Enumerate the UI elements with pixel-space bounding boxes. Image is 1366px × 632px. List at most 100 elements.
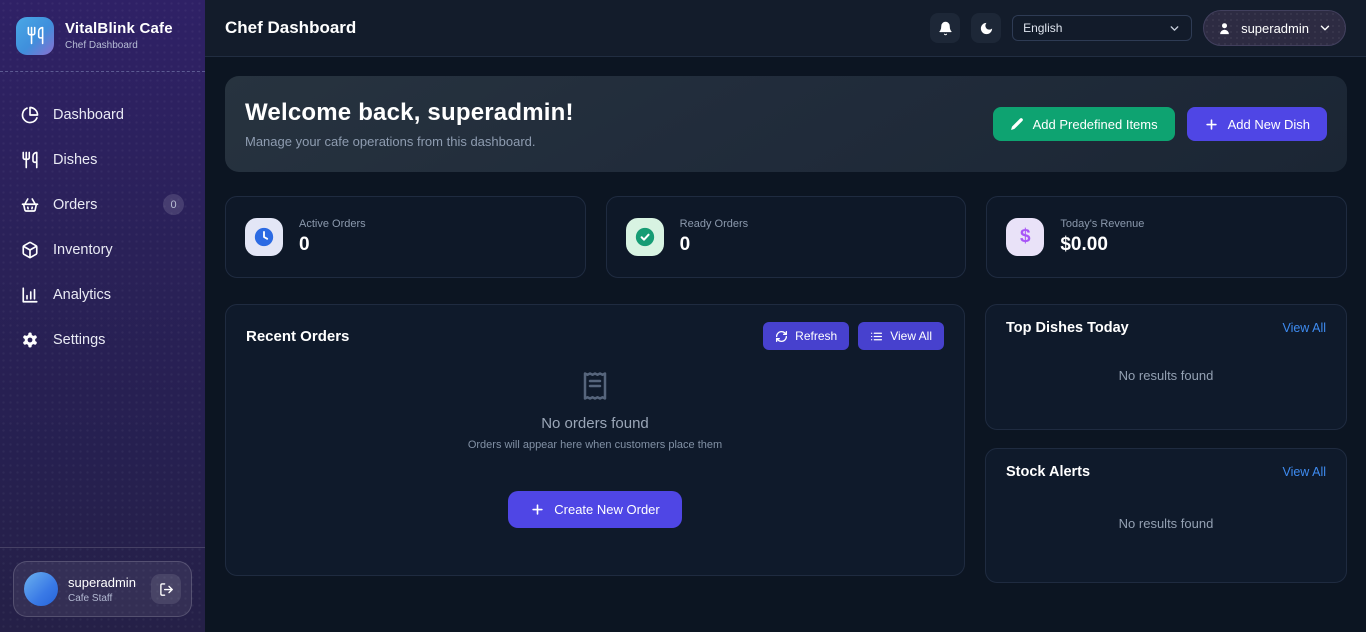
dashboard-content: Welcome back, superadmin! Manage your ca… <box>205 57 1366 632</box>
brand-text: VitalBlink Cafe Chef Dashboard <box>65 20 173 51</box>
chevron-down-icon <box>1318 21 1332 35</box>
notifications-button[interactable] <box>930 13 960 43</box>
view-all-label: View All <box>890 329 932 343</box>
user-menu-button[interactable]: superadmin <box>1203 10 1346 46</box>
welcome-subtitle: Manage your cafe operations from this da… <box>245 134 574 149</box>
sidebar-item-label: Analytics <box>53 287 111 303</box>
stat-card-todays-revenue: $ Today's Revenue $0.00 <box>986 196 1347 278</box>
basket-icon <box>21 196 39 214</box>
moon-icon <box>979 21 994 36</box>
plus-icon <box>530 502 545 517</box>
gear-icon <box>21 331 39 349</box>
stock-alerts-empty-text: No results found <box>1006 480 1326 567</box>
orders-empty-state: No orders found Orders will appear here … <box>246 350 944 528</box>
chevron-down-icon <box>1168 22 1181 35</box>
stat-text: Today's Revenue $0.00 <box>1060 218 1144 256</box>
page-title: Chef Dashboard <box>225 18 356 38</box>
sidebar-user-card: superadmin Cafe Staff <box>13 561 192 617</box>
sidebar-item-label: Dishes <box>53 152 97 168</box>
logout-icon <box>159 582 174 597</box>
sidebar-item-label: Settings <box>53 332 105 348</box>
pie-chart-icon <box>21 106 39 124</box>
sidebar-item-orders[interactable]: Orders 0 <box>0 182 205 227</box>
add-predefined-items-button[interactable]: Add Predefined Items <box>993 107 1175 141</box>
pencil-icon <box>1010 117 1024 131</box>
top-dishes-header: Top Dishes Today View All <box>1006 320 1326 336</box>
top-dishes-view-all-link[interactable]: View All <box>1282 321 1326 335</box>
orders-view-all-button[interactable]: View All <box>858 322 944 350</box>
topbar: Chef Dashboard English <box>205 0 1366 57</box>
sidebar-item-dashboard[interactable]: Dashboard <box>0 92 205 137</box>
user-info: superadmin Cafe Staff <box>68 575 136 604</box>
list-icon <box>870 330 883 343</box>
right-column: Top Dishes Today View All No results fou… <box>985 304 1347 583</box>
welcome-text: Welcome back, superadmin! Manage your ca… <box>245 99 574 149</box>
top-dishes-empty-text: No results found <box>1006 336 1326 414</box>
dark-mode-toggle[interactable] <box>971 13 1001 43</box>
stock-alerts-panel: Stock Alerts View All No results found <box>985 448 1347 583</box>
main-area: Chef Dashboard English <box>205 0 1366 632</box>
sidebar-item-label: Dashboard <box>53 107 124 123</box>
avatar <box>24 572 58 606</box>
sidebar-item-inventory[interactable]: Inventory <box>0 227 205 272</box>
refresh-button[interactable]: Refresh <box>763 322 849 350</box>
stats-row: Active Orders 0 Ready Orders 0 $ <box>225 196 1347 278</box>
recent-orders-title: Recent Orders <box>246 328 349 345</box>
boxes-icon <box>21 241 39 259</box>
add-new-dish-button[interactable]: Add New Dish <box>1187 107 1327 141</box>
check-circle-icon <box>626 218 664 256</box>
user-role: Cafe Staff <box>68 593 136 604</box>
utensils-icon <box>26 26 45 45</box>
refresh-icon <box>775 330 788 343</box>
topbar-actions: English superadmin <box>930 10 1346 46</box>
create-new-order-label: Create New Order <box>554 502 659 517</box>
logout-button[interactable] <box>151 574 181 604</box>
stat-text: Ready Orders 0 <box>680 218 748 256</box>
stat-value: 0 <box>680 234 748 256</box>
stat-text: Active Orders 0 <box>299 218 366 256</box>
app-root: VitalBlink Cafe Chef Dashboard Dashboard… <box>0 0 1366 632</box>
plus-icon <box>1204 117 1219 132</box>
sidebar-item-dishes[interactable]: Dishes <box>0 137 205 182</box>
orders-count-badge: 0 <box>163 194 184 215</box>
stat-value: 0 <box>299 234 366 256</box>
stat-label: Ready Orders <box>680 218 748 230</box>
sidebar-nav: Dashboard Dishes Orders 0 Inventory <box>0 72 205 362</box>
stat-label: Today's Revenue <box>1060 218 1144 230</box>
sidebar-item-label: Orders <box>53 197 97 213</box>
stat-label: Active Orders <box>299 218 366 230</box>
brand: VitalBlink Cafe Chef Dashboard <box>0 0 205 72</box>
sidebar-item-analytics[interactable]: Analytics <box>0 272 205 317</box>
utensils-icon <box>21 151 39 169</box>
refresh-label: Refresh <box>795 329 837 343</box>
recent-orders-header: Recent Orders Refresh <box>246 322 944 350</box>
user-icon <box>1217 21 1232 36</box>
welcome-title: Welcome back, superadmin! <box>245 99 574 127</box>
bell-icon <box>938 21 953 36</box>
stock-alerts-title: Stock Alerts <box>1006 464 1090 480</box>
clock-icon <box>245 218 283 256</box>
create-new-order-button[interactable]: Create New Order <box>508 491 681 528</box>
top-dishes-panel: Top Dishes Today View All No results fou… <box>985 304 1347 430</box>
welcome-banner: Welcome back, superadmin! Manage your ca… <box>225 76 1347 172</box>
recent-orders-actions: Refresh View All <box>763 322 944 350</box>
dollar-icon: $ <box>1006 218 1044 256</box>
banner-actions: Add Predefined Items Add New Dish <box>993 107 1327 141</box>
orders-empty-title: No orders found <box>541 415 649 432</box>
add-new-dish-label: Add New Dish <box>1228 117 1310 132</box>
sidebar-footer: superadmin Cafe Staff <box>0 547 205 632</box>
language-select[interactable]: English <box>1012 15 1192 41</box>
brand-subtitle: Chef Dashboard <box>65 40 173 51</box>
top-dishes-title: Top Dishes Today <box>1006 320 1129 336</box>
stock-alerts-view-all-link[interactable]: View All <box>1282 465 1326 479</box>
orders-empty-subtitle: Orders will appear here when customers p… <box>468 439 722 451</box>
sidebar: VitalBlink Cafe Chef Dashboard Dashboard… <box>0 0 205 632</box>
brand-name: VitalBlink Cafe <box>65 20 173 37</box>
bar-chart-icon <box>21 286 39 304</box>
user-menu-label: superadmin <box>1241 21 1309 36</box>
brand-logo <box>16 17 54 55</box>
sidebar-item-settings[interactable]: Settings <box>0 317 205 362</box>
stat-value: $0.00 <box>1060 234 1144 256</box>
stat-card-active-orders: Active Orders 0 <box>225 196 586 278</box>
language-selected-value: English <box>1023 21 1062 35</box>
